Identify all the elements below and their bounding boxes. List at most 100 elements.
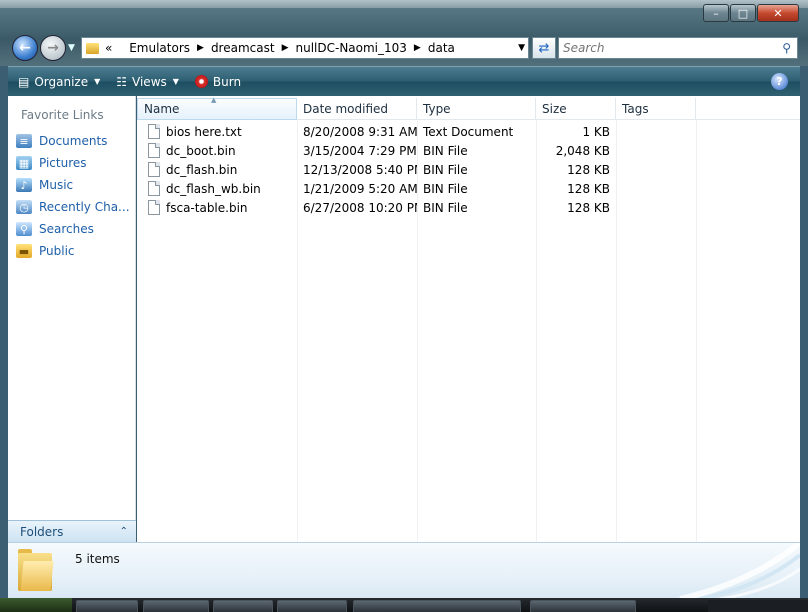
taskbar-button[interactable] [530, 600, 636, 612]
breadcrumb-item[interactable]: Emulators [129, 41, 190, 55]
breadcrumb-separator-icon[interactable] [119, 43, 122, 53]
forward-button[interactable]: → [40, 35, 66, 61]
column-header-tags[interactable]: Tags [616, 98, 696, 120]
forward-arrow-icon: → [47, 40, 59, 56]
file-name-cell: bios here.txt [137, 124, 297, 139]
table-row[interactable]: dc_flash.bin 12/13/2008 5:40 PM BIN File… [137, 160, 616, 179]
breadcrumb-overflow[interactable]: « [105, 41, 112, 55]
search-input[interactable] [563, 41, 768, 55]
organize-label: Organize [34, 74, 89, 89]
column-label: Tags [622, 102, 649, 116]
minimize-button[interactable]: – [703, 4, 729, 22]
address-bar[interactable]: « Emulators ▶ dreamcast ▶ nullDC-Naomi_1… [81, 37, 529, 59]
taskbar-button[interactable] [277, 600, 347, 612]
sidebar-item-label: Documents [39, 134, 108, 148]
size-cell: 1 KB [582, 124, 610, 139]
favorite-links-heading: Favorite Links [21, 108, 104, 122]
file-rows: bios here.txt 8/20/2008 9:31 AM Text Doc… [137, 122, 616, 217]
column-divider [616, 120, 617, 542]
table-row[interactable]: dc_boot.bin 3/15/2004 7:29 PM BIN File 2… [137, 141, 616, 160]
caption-buttons: – □ ✕ [702, 4, 799, 24]
text-file-icon [148, 124, 160, 139]
sidebar-item-pictures[interactable]: ▦ Pictures [16, 152, 130, 174]
help-button[interactable]: ? [771, 73, 788, 90]
column-divider [696, 120, 697, 542]
size-cell: 128 KB [567, 181, 610, 196]
taskbar-button[interactable] [353, 600, 521, 612]
table-row[interactable]: bios here.txt 8/20/2008 9:31 AM Text Doc… [137, 122, 616, 141]
column-header-size[interactable]: Size [536, 98, 616, 120]
command-toolbar: ▤ Organize ▼ ☷ Views ▼ Burn ? [8, 66, 800, 96]
searches-icon: ⚲ [16, 222, 32, 236]
burn-disc-icon [194, 75, 208, 88]
table-row[interactable]: fsca-table.bin 6/27/2008 10:20 PM BIN Fi… [137, 198, 616, 217]
type-cell: BIN File [423, 143, 468, 158]
address-dropdown-icon[interactable]: ▼ [518, 43, 525, 53]
file-icon [148, 162, 160, 177]
back-arrow-icon: ← [19, 40, 31, 56]
breadcrumb-separator-icon[interactable]: ▶ [197, 43, 204, 53]
sidebar-item-public[interactable]: ▬ Public [16, 240, 130, 262]
breadcrumb-item[interactable]: nullDC-Naomi_103 [295, 41, 406, 55]
file-icon [148, 200, 160, 215]
column-label: Date modified [303, 102, 389, 116]
chevron-up-icon: ⌃ [119, 526, 128, 537]
breadcrumb-item[interactable]: data [428, 41, 455, 55]
breadcrumb-separator-icon[interactable]: ▶ [414, 43, 421, 53]
folders-toggle[interactable]: Folders ⌃ [8, 520, 136, 542]
organize-button[interactable]: ▤ Organize ▼ [12, 70, 106, 94]
views-label: Views [132, 74, 167, 89]
burn-button[interactable]: Burn [189, 70, 247, 94]
file-name: fsca-table.bin [166, 200, 248, 215]
refresh-icon: ⇄ [538, 40, 550, 56]
taskbar-button[interactable] [213, 600, 273, 612]
column-header-name[interactable]: ▲ Name [137, 96, 297, 120]
sidebar-item-documents[interactable]: ≡ Documents [16, 130, 130, 152]
column-header-date-modified[interactable]: Date modified [297, 98, 417, 120]
folder-icon [86, 42, 99, 54]
start-button[interactable] [0, 598, 72, 612]
type-cell: Text Document [423, 124, 514, 139]
recent-pages-dropdown-icon[interactable]: ▼ [68, 43, 75, 53]
taskbar-button[interactable] [76, 600, 138, 612]
file-list: ▲ Name Date modified Type Size Tags bios… [137, 96, 800, 542]
back-button[interactable]: ← [12, 35, 38, 61]
file-name: dc_flash.bin [166, 162, 238, 177]
sidebar-item-label: Public [39, 244, 75, 258]
table-row[interactable]: dc_flash_wb.bin 1/21/2009 5:20 AM BIN Fi… [137, 179, 616, 198]
sidebar-item-recently-changed[interactable]: ◷ Recently Cha... [16, 196, 130, 218]
taskbar [0, 598, 808, 612]
refresh-button[interactable]: ⇄ [532, 37, 556, 59]
sidebar-item-label: Music [39, 178, 74, 192]
date-cell: 3/15/2004 7:29 PM [303, 143, 417, 158]
explorer-window: – □ ✕ ← → ▼ « Emulators ▶ dreamcast ▶ nu… [0, 0, 808, 612]
breadcrumb-item[interactable]: dreamcast [211, 41, 275, 55]
sidebar-item-label: Pictures [39, 156, 87, 170]
maximize-button[interactable]: □ [730, 4, 756, 22]
public-folder-icon: ▬ [16, 244, 32, 258]
music-icon: ♪ [16, 178, 32, 192]
taskbar-button[interactable] [143, 600, 209, 612]
size-cell: 128 KB [567, 200, 610, 215]
close-button[interactable]: ✕ [757, 4, 799, 22]
type-cell: BIN File [423, 181, 468, 196]
item-count: 5 items [75, 552, 120, 566]
folders-label: Folders [20, 524, 64, 539]
recent-icon: ◷ [16, 200, 32, 214]
sidebar-item-searches[interactable]: ⚲ Searches [16, 218, 130, 240]
views-button[interactable]: ☷ Views ▼ [110, 70, 185, 94]
sidebar-item-music[interactable]: ♪ Music [16, 174, 130, 196]
date-cell: 8/20/2008 9:31 AM [303, 124, 417, 139]
search-box[interactable]: ⚲ [558, 37, 798, 59]
breadcrumb-separator-icon[interactable]: ▶ [282, 43, 289, 53]
file-name: dc_boot.bin [166, 143, 236, 158]
column-header-type[interactable]: Type [417, 98, 536, 120]
decorative-swoosh [679, 543, 800, 598]
chevron-down-icon: ▼ [172, 77, 179, 86]
chevron-down-icon: ▼ [94, 77, 101, 86]
date-cell: 6/27/2008 10:20 PM [303, 200, 417, 215]
date-cell: 12/13/2008 5:40 PM [303, 162, 417, 177]
file-icon [148, 181, 160, 196]
search-icon[interactable]: ⚲ [782, 41, 791, 55]
sidebar-item-label: Recently Cha... [39, 200, 130, 214]
